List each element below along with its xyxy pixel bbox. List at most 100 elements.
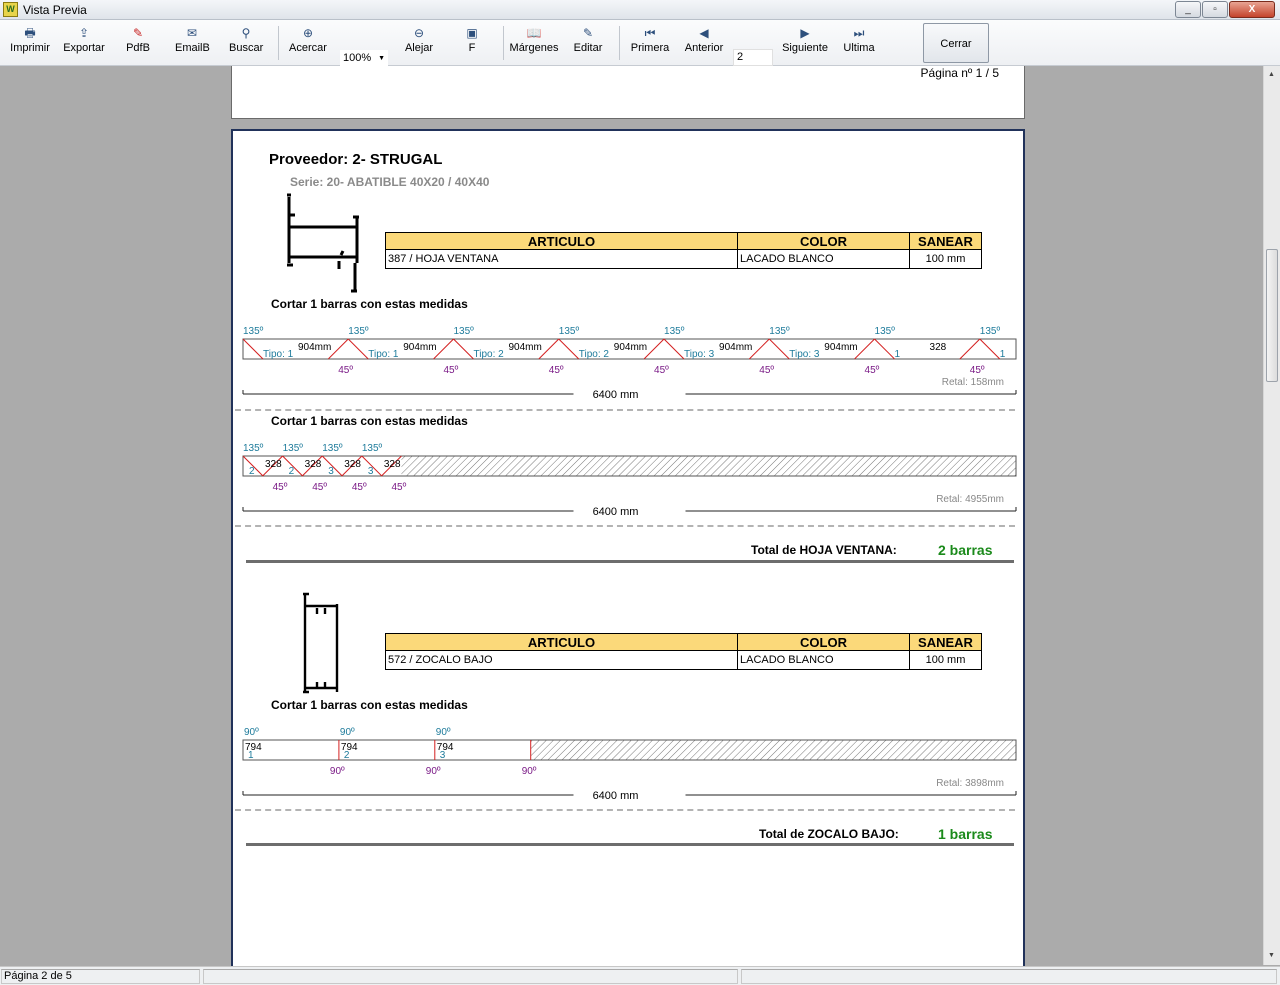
- angle-top-label: 135º: [243, 326, 264, 337]
- close-window-button[interactable]: X: [1229, 1, 1275, 18]
- cut-type-label: 2: [344, 750, 350, 761]
- scroll-down-icon[interactable]: ▼: [1268, 952, 1275, 959]
- header-sanear: SANEAR: [909, 232, 982, 250]
- status-bar: Página 2 de 5: [0, 966, 1280, 985]
- last-page-icon: ⏭: [853, 26, 865, 40]
- cut-type-label: 3: [368, 466, 374, 477]
- fit-page-button[interactable]: ▣ F: [462, 26, 482, 62]
- cut-length-label: 904mm: [403, 342, 436, 353]
- angle-top-label: 135º: [322, 443, 343, 454]
- zoom-in-button[interactable]: ⊕ Acercar: [288, 26, 328, 62]
- retal-label: Retal: 4955mm: [936, 494, 1004, 505]
- angle-top-label: 90º: [340, 727, 355, 738]
- zoom-out-button[interactable]: ⊖ Alejar: [402, 26, 436, 62]
- email-icon: ✉: [186, 26, 198, 40]
- close-preview-button[interactable]: Cerrar: [923, 23, 989, 63]
- arrow-left-icon: ◀: [699, 26, 709, 40]
- zoom-in-icon: ⊕: [302, 26, 314, 40]
- printer-icon: 🖶: [24, 26, 36, 40]
- export-button[interactable]: ⇪ Exportar: [62, 26, 106, 62]
- color-cell: LACADO BLANCO: [737, 249, 910, 269]
- window-title: Vista Previa: [23, 3, 87, 17]
- next-page-button[interactable]: ▶ Siguiente: [782, 26, 828, 62]
- angle-top-label: 135º: [664, 326, 685, 337]
- cortar-label: Cortar 1 barras con estas medidas: [271, 698, 468, 712]
- page-number-input[interactable]: 2: [733, 49, 773, 66]
- edit-button[interactable]: ✎ Editar: [572, 26, 604, 62]
- cut-type-label: 2: [289, 466, 295, 477]
- total-length-label: 6400 mm: [593, 389, 639, 401]
- cut-type-label: 1: [248, 750, 254, 761]
- pdf-button[interactable]: ✎ PdfB: [124, 26, 152, 62]
- cut-type-label: 1: [1000, 349, 1006, 360]
- color-cell: LACADO BLANCO: [737, 650, 910, 670]
- article-table-2: ARTICULO COLOR SANEAR 572 / ZOCALO BAJO LAC…: [385, 633, 982, 670]
- scroll-thumb[interactable]: [1266, 249, 1278, 382]
- search-button[interactable]: ⚲ Buscar: [229, 26, 263, 62]
- angle-bottom-label: 45º: [444, 365, 459, 376]
- cut-line: [979, 338, 1001, 360]
- cut-line: [347, 338, 369, 360]
- total-value: 1 barras: [938, 826, 993, 842]
- last-page-button[interactable]: ⏭ Ultima: [842, 26, 876, 62]
- header-sanear: SANEAR: [909, 633, 982, 651]
- offcut-area: [530, 740, 1016, 760]
- book-icon: 📖: [526, 26, 542, 40]
- retal-label: Retal: 3898mm: [936, 778, 1004, 789]
- angle-bottom-label: 45º: [352, 482, 367, 493]
- cut-bar-diagram: 135º 45º 328 2 135º 45º 328 2 135º 45º 328 3 135º 45º…: [242, 443, 1017, 518]
- cut-length-label: 904mm: [719, 342, 752, 353]
- cut-length-label: 328: [344, 459, 361, 470]
- total-label: Total de HOJA VENTANA:: [751, 543, 897, 557]
- cut-bar-diagram: 90º90º794190º90º794290º90º7943Retal: 389…: [242, 727, 1017, 802]
- profile-drawing-zocalo: [303, 592, 339, 694]
- maximize-button[interactable]: ▫: [1202, 1, 1228, 18]
- header-color: COLOR: [737, 633, 910, 651]
- minimize-button[interactable]: _: [1175, 1, 1201, 18]
- previous-page-button[interactable]: ◀ Anterior: [683, 26, 725, 62]
- chevron-down-icon: ▼: [378, 55, 385, 62]
- cut-line: [558, 338, 580, 360]
- cut-type-label: Tipo: 2: [474, 349, 505, 360]
- email-button[interactable]: ✉ EmailB: [175, 26, 210, 62]
- page-1: Página nº 1 / 5: [231, 66, 1025, 119]
- header-articulo: ARTICULO: [385, 633, 738, 651]
- page-footer: Página nº 1 / 5: [920, 66, 999, 80]
- export-icon: ⇪: [78, 26, 90, 40]
- dashed-separator: [235, 409, 1015, 411]
- first-page-button[interactable]: ⏮ Primera: [630, 26, 670, 62]
- toolbar-separator: [503, 26, 504, 60]
- cut-type-label: Tipo: 1: [263, 349, 294, 360]
- status-empty: [203, 969, 738, 984]
- sanear-cell: 100 mm: [909, 249, 982, 269]
- cut-length-label: 904mm: [298, 342, 331, 353]
- cut-line: [453, 338, 474, 360]
- cut-type-label: Tipo: 1: [368, 349, 399, 360]
- total-length-label: 6400 mm: [593, 506, 639, 518]
- scroll-up-icon[interactable]: ▲: [1268, 71, 1275, 78]
- angle-top-label: 135º: [243, 443, 264, 454]
- retal-label: Retal: 158mm: [942, 377, 1004, 388]
- zoom-out-icon: ⊖: [413, 26, 425, 40]
- angle-bottom-label: 45º: [338, 365, 353, 376]
- toolbar-separator: [278, 26, 279, 60]
- cut-bar-diagram: 135º45º904mmTipo: 1135º45º904mmTipo: 113…: [242, 326, 1017, 401]
- pdf-icon: ✎: [132, 26, 144, 40]
- cut-type-label: Tipo: 3: [684, 349, 715, 360]
- cut-length-label: 328: [930, 342, 947, 353]
- header-color: COLOR: [737, 232, 910, 250]
- dashed-separator: [235, 809, 1015, 811]
- angle-top-label: 90º: [436, 727, 451, 738]
- cut-length-label: 328: [384, 459, 401, 470]
- cut-line: [768, 338, 790, 360]
- cortar-label: Cortar 1 barras con estas medidas: [271, 414, 468, 428]
- total-label: Total de ZOCALO BAJO:: [759, 827, 899, 841]
- cut-line: [874, 338, 895, 360]
- vertical-scrollbar[interactable]: ▲ ▼: [1263, 66, 1280, 965]
- angle-bottom-label: 90º: [522, 766, 537, 777]
- zoom-select[interactable]: 100% ▼: [340, 50, 388, 67]
- angle-top-label: 135º: [980, 326, 1001, 337]
- margins-button[interactable]: 📖 Márgenes: [509, 26, 559, 62]
- print-button[interactable]: 🖶 Imprimir: [10, 26, 50, 62]
- angle-bottom-label: 45º: [970, 365, 985, 376]
